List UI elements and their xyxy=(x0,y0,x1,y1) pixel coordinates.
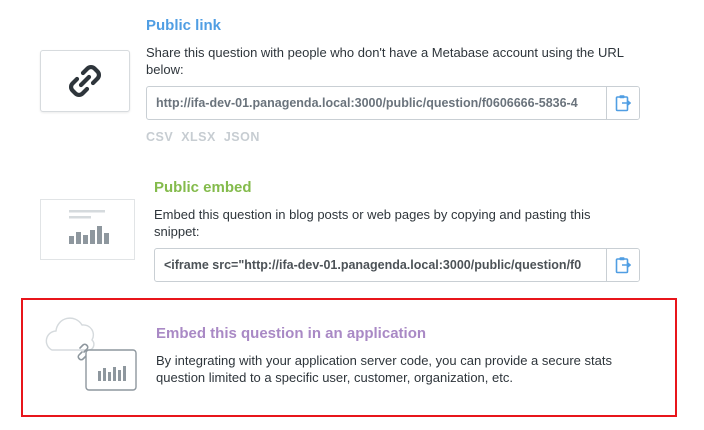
app-embed-description: By integrating with your application ser… xyxy=(156,353,612,385)
app-embed-illustration xyxy=(45,317,137,391)
public-link-copy-button[interactable] xyxy=(606,87,639,119)
public-embed-title: Public embed xyxy=(154,179,252,196)
format-csv-link[interactable]: CSV xyxy=(146,130,173,144)
public-embed-snippet-box: <iframe src="http://ifa-dev-01.panagenda… xyxy=(154,248,640,282)
public-embed-copy-button[interactable] xyxy=(606,249,639,281)
app-embed-title[interactable]: Embed this question in an application xyxy=(156,325,426,342)
format-json-link[interactable]: JSON xyxy=(224,130,260,144)
public-embed-illustration xyxy=(40,199,135,260)
public-embed-snippet-field[interactable]: <iframe src="http://ifa-dev-01.panagenda… xyxy=(155,258,606,272)
clipboard-icon xyxy=(615,257,631,274)
public-link-description: Share this question with people who don'… xyxy=(146,45,624,77)
public-link-icon-box xyxy=(40,50,130,112)
export-formats: CSV XLSX JSON xyxy=(146,130,264,144)
public-link-title: Public link xyxy=(146,17,222,34)
public-link-url-field[interactable]: http://ifa-dev-01.panagenda.local:3000/p… xyxy=(147,96,606,110)
format-xlsx-link[interactable]: XLSX xyxy=(181,130,216,144)
link-icon xyxy=(69,65,101,97)
clipboard-icon xyxy=(615,95,631,112)
chart-illustration-icon xyxy=(69,210,109,244)
screen-icon xyxy=(85,349,137,391)
public-link-url-box: http://ifa-dev-01.panagenda.local:3000/p… xyxy=(146,86,640,120)
public-embed-description: Embed this question in blog posts or web… xyxy=(154,207,591,239)
